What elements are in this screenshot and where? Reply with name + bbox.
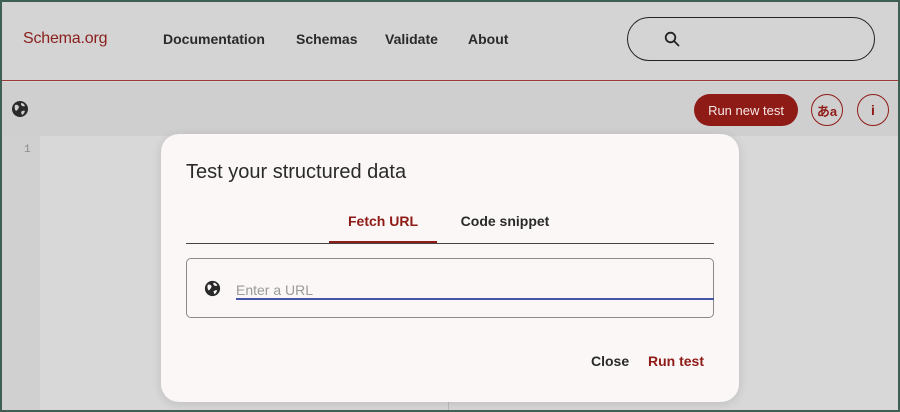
- line-gutter: 1: [2, 136, 40, 410]
- url-input[interactable]: [236, 277, 714, 300]
- tab-code-snippet[interactable]: Code snippet: [443, 213, 567, 243]
- globe-icon[interactable]: [10, 99, 30, 119]
- top-nav: Schema.org Documentation Schemas Validat…: [2, 2, 898, 81]
- globe-icon: [204, 280, 221, 297]
- nav-validate[interactable]: Validate: [385, 31, 438, 47]
- line-number: 1: [24, 144, 31, 156]
- info-icon: i: [871, 102, 875, 118]
- nav-about[interactable]: About: [468, 31, 508, 47]
- search-icon: [664, 31, 680, 47]
- close-button[interactable]: Close: [591, 353, 629, 369]
- dialog-title: Test your structured data: [186, 161, 407, 183]
- run-test-button[interactable]: Run test: [648, 353, 704, 369]
- site-logo[interactable]: Schema.org: [23, 30, 107, 48]
- translate-icon: あa: [816, 103, 838, 119]
- nav-documentation[interactable]: Documentation: [163, 31, 265, 47]
- test-dialog: Test your structured data Fetch URL Code…: [161, 134, 739, 402]
- tabs-divider: [186, 243, 714, 244]
- tab-fetch-url[interactable]: Fetch URL: [329, 213, 437, 243]
- nav-schemas[interactable]: Schemas: [296, 31, 357, 47]
- search-box[interactable]: [627, 17, 875, 61]
- info-button[interactable]: i: [857, 94, 889, 126]
- url-field-container: [186, 258, 714, 318]
- app-window: Schema.org Documentation Schemas Validat…: [0, 0, 900, 412]
- run-new-test-button[interactable]: Run new test: [694, 94, 798, 126]
- editor-toolbar: Run new test あa i: [2, 82, 898, 136]
- language-button[interactable]: あa: [811, 94, 843, 126]
